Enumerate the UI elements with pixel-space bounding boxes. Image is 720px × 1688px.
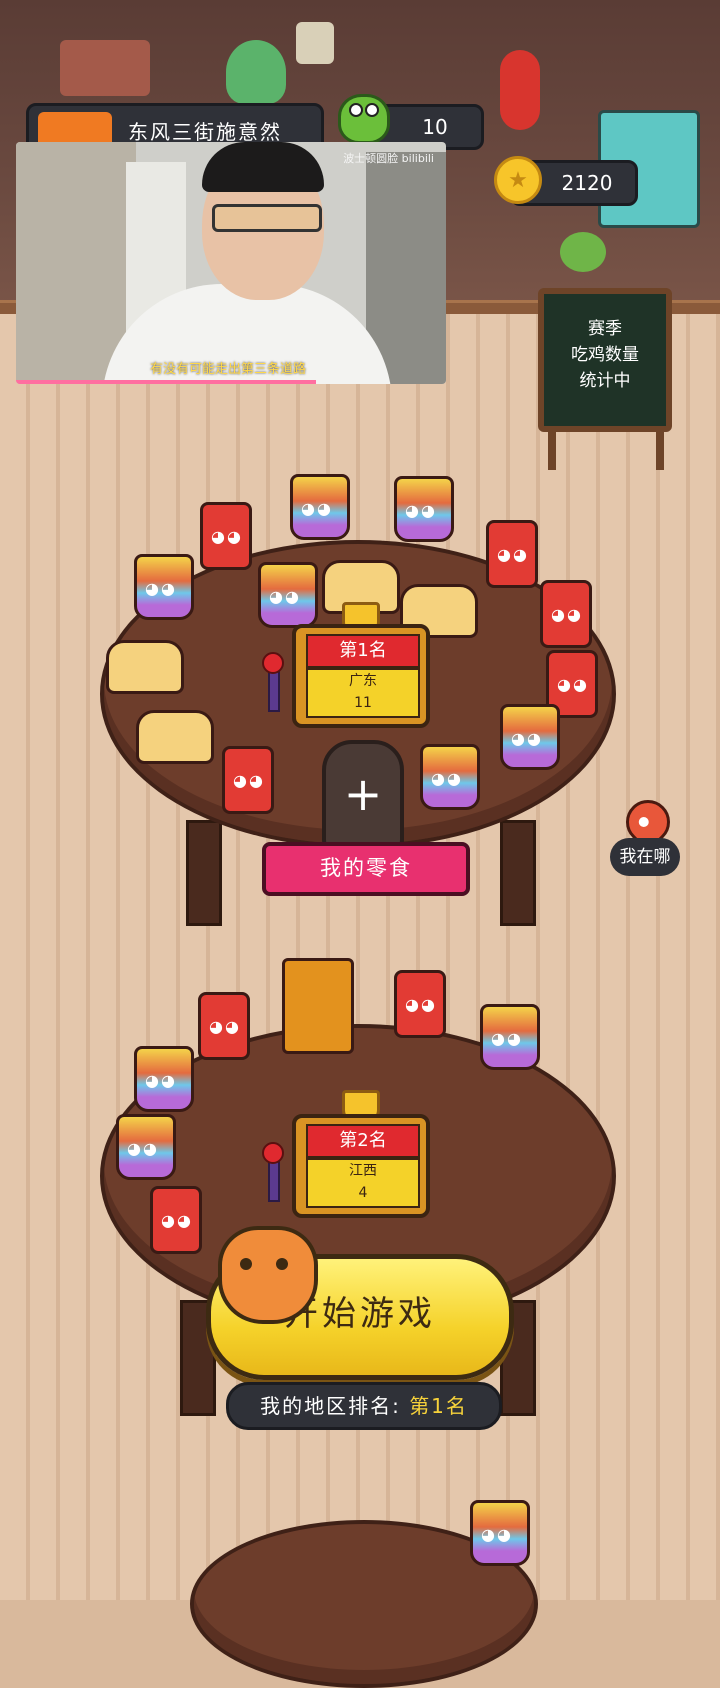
streamer-hair bbox=[202, 142, 324, 192]
add-snack-bag[interactable]: + bbox=[322, 740, 404, 856]
snack-pudding bbox=[136, 710, 214, 764]
player-name: 东风三街施意然 bbox=[128, 120, 282, 144]
snack-cup: ◕◕ bbox=[258, 562, 318, 628]
region-rank-value: 第1名 bbox=[409, 1394, 468, 1418]
snack-cup: ◕◕ bbox=[480, 1004, 540, 1070]
plant-decoration bbox=[560, 232, 606, 272]
rank-count: 11 bbox=[354, 695, 372, 711]
board-leg-left bbox=[548, 430, 556, 470]
video-watermark: 波士顿圆脸 bilibili bbox=[343, 152, 434, 165]
rank-label: 第2名 bbox=[306, 1124, 420, 1158]
snack-can: ◕◕ bbox=[150, 1186, 202, 1254]
snack-cup: ◕◕ bbox=[290, 474, 350, 540]
slot-lever-ball bbox=[262, 1142, 284, 1164]
snack-can: ◕◕ bbox=[222, 746, 274, 814]
snack-can: ◕◕ bbox=[198, 992, 250, 1060]
snack-cup: ◕◕ bbox=[116, 1114, 176, 1180]
rank-label: 第1名 bbox=[306, 634, 420, 668]
snack-cup: ◕◕ bbox=[134, 1046, 194, 1112]
rank-count: 4 bbox=[358, 1185, 368, 1201]
coin-icon: ★ bbox=[494, 156, 542, 204]
rank-region-info: 江西 4 bbox=[306, 1158, 420, 1208]
my-snacks-button[interactable]: 我的零食 bbox=[262, 842, 470, 896]
board-line-3: 统计中 bbox=[579, 371, 631, 391]
snack-can: ◕◕ bbox=[486, 520, 538, 588]
slot-lever-ball bbox=[262, 652, 284, 674]
monster-figure bbox=[226, 40, 286, 104]
snack-can: ◕◕ bbox=[394, 970, 446, 1038]
snack-chocolate-bar bbox=[282, 958, 354, 1054]
locate-me-label: 我在哪 bbox=[610, 838, 680, 876]
video-overlay[interactable]: 波士顿圆脸 bilibili 有没有可能走出第三条道路 bbox=[16, 142, 446, 384]
snack-cup: ◕◕ bbox=[500, 704, 560, 770]
snack-can: ◕◕ bbox=[200, 502, 252, 570]
calendar-decoration bbox=[296, 22, 334, 64]
my-region-rank: 我的地区排名: 第1名 bbox=[226, 1382, 502, 1430]
board-leg-right bbox=[656, 430, 664, 470]
rank-region: 广东 bbox=[349, 673, 377, 689]
tiger-mascot-icon bbox=[218, 1226, 318, 1324]
season-chalkboard: 赛季 吃鸡数量 统计中 bbox=[538, 288, 672, 432]
board-line-2: 吃鸡数量 bbox=[571, 345, 639, 365]
rank-plaque-1[interactable]: 第1名 广东 11 bbox=[292, 624, 430, 728]
video-subtitle: 有没有可能走出第三条道路 bbox=[150, 362, 307, 377]
frog-count-value: 10 bbox=[422, 115, 448, 139]
snack-cup: ◕◕ bbox=[394, 476, 454, 542]
locate-me-button[interactable]: 我在哪 bbox=[610, 790, 680, 878]
video-progress-bar bbox=[16, 380, 316, 384]
rank-plaque-2[interactable]: 第2名 江西 4 bbox=[292, 1114, 430, 1218]
region-rank-label: 我的地区排名: bbox=[260, 1394, 401, 1418]
frog-icon bbox=[338, 94, 390, 144]
snack-cup: ◕◕ bbox=[134, 554, 194, 620]
board-line-1: 赛季 bbox=[588, 319, 622, 339]
streamer-glasses bbox=[212, 204, 322, 232]
table-1-leg-right bbox=[500, 820, 536, 926]
candy-skewer-decoration bbox=[500, 50, 540, 130]
snack-cup: ◕◕ bbox=[420, 744, 480, 810]
shelf-decoration bbox=[60, 40, 150, 96]
table-1-leg-left bbox=[186, 820, 222, 926]
snack-cup: ◕◕ bbox=[470, 1500, 530, 1566]
snack-can: ◕◕ bbox=[540, 580, 592, 648]
rank-region-info: 广东 11 bbox=[306, 668, 420, 718]
coin-count-value: 2120 bbox=[561, 171, 613, 195]
rank-region: 江西 bbox=[349, 1163, 377, 1179]
snack-pudding bbox=[106, 640, 184, 694]
